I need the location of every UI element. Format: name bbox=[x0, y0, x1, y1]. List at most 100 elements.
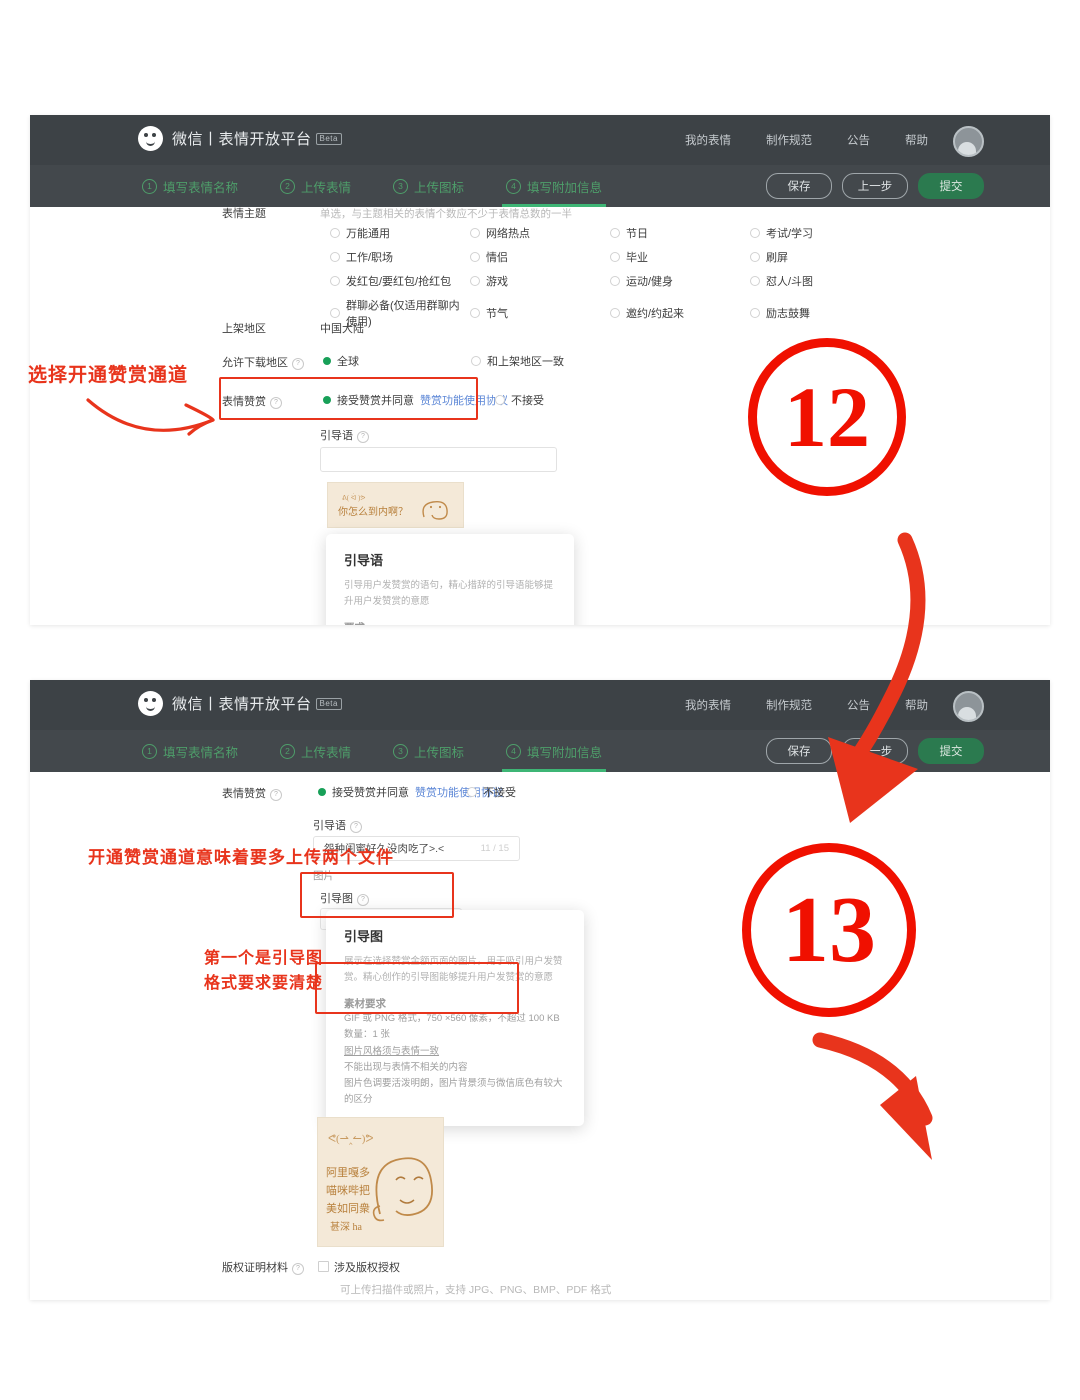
download-option-same[interactable]: 和上架地区一致 bbox=[471, 353, 564, 369]
copyright-checkbox[interactable] bbox=[318, 1261, 329, 1272]
brand-1[interactable]: 微信丨表情开放平台 Beta bbox=[138, 126, 342, 151]
reward-decline-option-2[interactable]: 不接受 bbox=[467, 784, 516, 800]
tooltip-req-title: 要求 bbox=[344, 620, 556, 625]
nav-item-help[interactable]: 帮助 bbox=[905, 132, 928, 148]
save-button[interactable]: 保存 bbox=[766, 738, 832, 764]
nav-item-my-stickers[interactable]: 我的表情 bbox=[685, 697, 731, 713]
step-label: 填写表情名称 bbox=[163, 180, 239, 195]
nav-item-my-stickers[interactable]: 我的表情 bbox=[685, 132, 731, 148]
theme-option[interactable]: 邀约/约起来 bbox=[610, 297, 750, 329]
radio-dot bbox=[495, 395, 505, 405]
step-3-upload-icon[interactable]: 3 上传图标 bbox=[389, 730, 468, 772]
guide-text-label-1: 引导语? bbox=[320, 427, 369, 443]
theme-option[interactable]: 游戏 bbox=[470, 273, 610, 289]
radio-dot bbox=[470, 308, 480, 318]
help-icon[interactable]: ? bbox=[292, 1263, 304, 1275]
copyright-checkbox-label: 涉及版权授权 bbox=[334, 1262, 400, 1274]
step-4-additional-info[interactable]: 4 填写附加信息 bbox=[502, 730, 607, 772]
radio-dot bbox=[330, 308, 340, 318]
tooltip-req-line: 图片色调要活泼明朗，图片背景须与微信底色有较大的区分 bbox=[344, 1077, 563, 1106]
step-2-upload-stickers[interactable]: 2 上传表情 bbox=[276, 730, 355, 772]
help-icon[interactable]: ? bbox=[292, 358, 304, 370]
submit-button[interactable]: 提交 bbox=[918, 173, 984, 199]
radio-dot bbox=[323, 396, 331, 404]
avatar[interactable] bbox=[953, 126, 984, 157]
theme-option-label: 情侣 bbox=[486, 252, 508, 264]
theme-option[interactable]: 怼人/斗图 bbox=[750, 273, 890, 289]
svg-text:ᕕ( ᐛ )ᕗ: ᕕ( ᐛ )ᕗ bbox=[342, 494, 365, 502]
radio-dot bbox=[467, 787, 477, 797]
theme-option[interactable]: 励志鼓舞 bbox=[750, 297, 890, 329]
previous-button[interactable]: 上一步 bbox=[842, 173, 908, 199]
step-label: 填写附加信息 bbox=[527, 180, 603, 195]
avatar[interactable] bbox=[953, 691, 984, 722]
theme-option[interactable]: 考试/学习 bbox=[750, 225, 890, 241]
theme-option[interactable]: 工作/职场 bbox=[330, 249, 470, 265]
radio-dot bbox=[610, 228, 620, 238]
theme-option[interactable]: 节气 bbox=[470, 297, 610, 329]
guide-image-label-text: 引导图 bbox=[320, 893, 353, 905]
brand-text: 微信丨表情开放平台 bbox=[172, 131, 312, 148]
theme-option[interactable]: 刷屏 bbox=[750, 249, 890, 265]
previous-button[interactable]: 上一步 bbox=[842, 738, 908, 764]
step-badge-12: 12 bbox=[748, 338, 906, 496]
nav-item-guidelines[interactable]: 制作规范 bbox=[766, 132, 812, 148]
guide-text-label-2: 引导语? bbox=[313, 817, 362, 833]
top-nav-1: 我的表情 制作规范 公告 帮助 bbox=[685, 132, 928, 148]
nav-item-guidelines[interactable]: 制作规范 bbox=[766, 697, 812, 713]
step-1-name[interactable]: 1 填写表情名称 bbox=[138, 730, 242, 772]
tooltip-req-line: 数量：1 张 bbox=[344, 1029, 390, 1041]
reward-label-text: 表情赞赏 bbox=[222, 396, 266, 408]
download-region-label: 允许下载地区? bbox=[222, 354, 304, 370]
step-label: 填写表情名称 bbox=[163, 745, 239, 760]
radio-dot bbox=[610, 276, 620, 286]
reward-accept-option-1[interactable]: 接受赞赏并同意 赞赏功能使用协议 bbox=[323, 392, 508, 408]
sticker-thumbnail-2[interactable]: ᕙ(⇀‸↼)ᕗ 阿里嘎多 喵咪哔把 美如同衆 甚深 ha bbox=[317, 1117, 444, 1247]
help-icon[interactable]: ? bbox=[350, 821, 362, 833]
theme-option[interactable]: 网络热点 bbox=[470, 225, 610, 241]
theme-option[interactable]: 节日 bbox=[610, 225, 750, 241]
theme-option[interactable]: 情侣 bbox=[470, 249, 610, 265]
help-icon[interactable]: ? bbox=[270, 789, 282, 801]
step-4-additional-info[interactable]: 4 填写附加信息 bbox=[502, 165, 607, 207]
help-icon[interactable]: ? bbox=[357, 431, 369, 443]
download-option-global[interactable]: 全球 bbox=[323, 353, 359, 369]
radio-dot bbox=[318, 788, 326, 796]
help-icon[interactable]: ? bbox=[357, 894, 369, 906]
help-icon[interactable]: ? bbox=[270, 397, 282, 409]
tooltip-req-line: 不能出现与表情不相关的内容 bbox=[344, 1061, 468, 1073]
radio-dot bbox=[610, 308, 620, 318]
theme-option[interactable]: 毕业 bbox=[610, 249, 750, 265]
step-1-name[interactable]: 1 填写表情名称 bbox=[138, 165, 242, 207]
step-number: 3 bbox=[393, 178, 409, 194]
theme-hint: 单选，与主题相关的表情个数应不少于表情总数的一半 bbox=[320, 208, 572, 220]
radio-dot bbox=[330, 276, 340, 286]
sticker-thumbnail-1[interactable]: ᕕ( ᐛ )ᕗ 你怎么到内啊？ bbox=[327, 482, 464, 528]
brand-2[interactable]: 微信丨表情开放平台 Beta bbox=[138, 691, 342, 716]
save-button[interactable]: 保存 bbox=[766, 173, 832, 199]
nav-item-help[interactable]: 帮助 bbox=[905, 697, 928, 713]
svg-text:喵咪哔把: 喵咪哔把 bbox=[326, 1183, 370, 1197]
beta-badge: Beta bbox=[315, 698, 342, 710]
reward-label-1: 表情赞赏? bbox=[222, 393, 282, 409]
annotation-select-reward-channel: 选择开通赞赏通道 bbox=[28, 365, 189, 386]
step-number: 2 bbox=[280, 178, 296, 194]
theme-option[interactable]: 运动/健身 bbox=[610, 273, 750, 289]
theme-option-label: 发红包/要红包/抢红包 bbox=[346, 276, 452, 288]
guide-text-counter: 11 / 15 bbox=[480, 843, 509, 854]
nav-item-announcements[interactable]: 公告 bbox=[847, 132, 870, 148]
theme-options-grid: 万能通用 网络热点 节日 考试/学习 工作/职场 情侣 毕业 刷屏 发红包/要红… bbox=[330, 225, 890, 329]
action-buttons-1: 保存 上一步 提交 bbox=[766, 173, 984, 199]
wechat-sticker-logo-icon bbox=[138, 691, 163, 716]
theme-option[interactable]: 发红包/要红包/抢红包 bbox=[330, 273, 470, 289]
reward-decline-option-1[interactable]: 不接受 bbox=[495, 392, 544, 408]
guide-text-input-1[interactable] bbox=[320, 447, 557, 472]
submit-button[interactable]: 提交 bbox=[918, 738, 984, 764]
step-3-upload-icon[interactable]: 3 上传图标 bbox=[389, 165, 468, 207]
theme-option-label: 邀约/约起来 bbox=[626, 308, 685, 320]
nav-item-announcements[interactable]: 公告 bbox=[847, 697, 870, 713]
step-2-upload-stickers[interactable]: 2 上传表情 bbox=[276, 165, 355, 207]
region-value: 中国大陆 bbox=[320, 323, 364, 335]
theme-option[interactable]: 万能通用 bbox=[330, 225, 470, 241]
copyright-checkbox-row[interactable]: 涉及版权授权 bbox=[318, 1259, 400, 1275]
